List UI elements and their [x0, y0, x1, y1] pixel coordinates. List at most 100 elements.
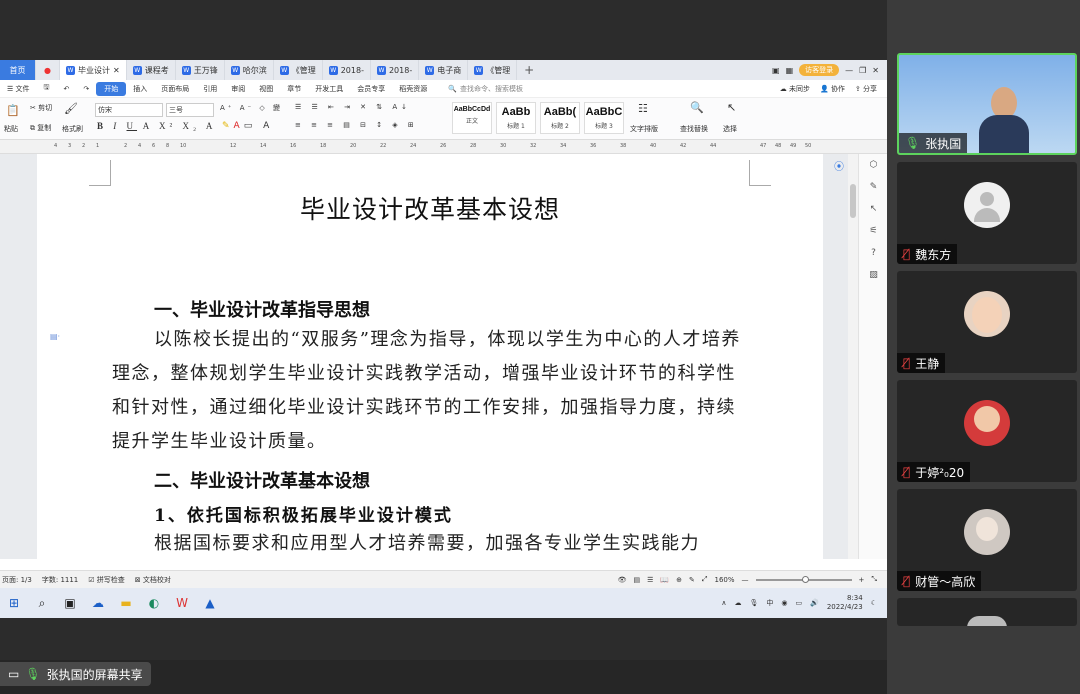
font-style-tools[interactable]: B I U A X² X₂ A — [97, 121, 216, 131]
read-view-icon[interactable]: 📖 — [660, 576, 669, 584]
paste-icon[interactable]: 📋 — [6, 104, 20, 117]
menu-review[interactable]: 审阅 — [224, 84, 252, 94]
participant-tile[interactable]: 🎙 张执国 — [897, 53, 1077, 155]
system-clock[interactable]: 8:34 2022/4/23 — [827, 594, 863, 612]
zoom-slider[interactable] — [755, 575, 852, 583]
copy-button[interactable]: ⧉ 复制 — [30, 123, 51, 133]
widgets-icon[interactable]: ☁ — [84, 589, 112, 617]
ime-icon[interactable]: 中 — [766, 598, 773, 608]
fullscreen-icon[interactable]: ⤡ — [871, 575, 877, 584]
location-pin-icon[interactable]: ⦿ — [834, 158, 844, 173]
participant-tile[interactable]: 🎙̸ 于婷²₀20 — [897, 380, 1077, 482]
paste-button[interactable]: 粘贴 — [4, 124, 18, 134]
participant-tile[interactable]: 🎙̸ 财管～高欣 — [897, 489, 1077, 591]
outline-view-icon[interactable]: ☰ — [647, 576, 653, 584]
web-view-icon[interactable]: ⊕ — [676, 576, 682, 584]
save-icon[interactable]: 🖫 — [37, 83, 57, 94]
meeting-app-icon[interactable]: ▲ — [196, 589, 224, 617]
style-heading-1[interactable]: AaBb 标题 1 — [496, 102, 536, 134]
shapes-icon[interactable]: ⬡ — [859, 154, 887, 176]
text-layout-icon[interactable]: ☷ — [638, 102, 648, 115]
format-painter-icon[interactable]: 🖌 — [64, 102, 78, 115]
task-view-icon[interactable]: ▣ — [56, 589, 84, 617]
tab-doc-5[interactable]: W 《管理 — [274, 60, 323, 80]
tab-doc-4[interactable]: W 哈尔滨 — [225, 60, 274, 80]
tray-expand-icon[interactable]: ∧ — [721, 599, 726, 607]
grid-icon[interactable]: ▦ — [786, 66, 794, 75]
wps-office-icon[interactable]: W — [168, 589, 196, 617]
tab-doc-1[interactable]: W 毕业设计 ✕ — [60, 60, 127, 80]
menu-layout[interactable]: 页面布局 — [154, 84, 196, 94]
align-tools[interactable]: ≡ ≡ ≡ ▤ ⊟ ↕ ◈ ⊞ — [295, 121, 418, 129]
style-normal[interactable]: AaBbCcDd 正文 — [452, 102, 492, 134]
zoom-out-button[interactable]: — — [742, 576, 749, 584]
adjust-icon[interactable]: ⚟ — [859, 220, 887, 242]
image-icon[interactable]: ▨ — [859, 264, 887, 286]
command-search[interactable]: 🔍 查找命令、搜索模板 — [448, 84, 523, 94]
eye-icon[interactable]: 👁 — [618, 576, 627, 584]
menu-chapter[interactable]: 章节 — [280, 84, 308, 94]
participant-tile[interactable]: 🎙̸ 魏东方 — [897, 162, 1077, 264]
find-replace-button[interactable]: 查找替换 — [680, 124, 708, 134]
cloud-icon[interactable]: ☁ — [734, 599, 741, 607]
tab-doc-2[interactable]: W 课程考 — [127, 60, 176, 80]
share-button[interactable]: ⇪ 分享 — [855, 84, 877, 94]
format-painter-button[interactable]: 格式刷 — [62, 124, 83, 134]
cursor-icon[interactable]: ↖ — [727, 101, 736, 114]
font-name-select[interactable]: 仿宋 — [95, 103, 163, 117]
collab-button[interactable]: 👤 协作 — [820, 84, 845, 94]
zoom-slider-handle[interactable] — [801, 575, 809, 583]
fit-icon[interactable]: ⤢ — [702, 575, 708, 584]
spell-check-button[interactable]: ☑ 拼写检查 — [88, 575, 125, 585]
zoom-level[interactable]: 160% — [715, 576, 735, 584]
cut-button[interactable]: ✂ 剪切 — [30, 103, 52, 113]
find-icon[interactable]: 🔍 — [690, 101, 704, 114]
menu-view[interactable]: 视图 — [252, 84, 280, 94]
font-size-tools[interactable]: A⁺ A⁻ ◇ 變 — [220, 103, 283, 113]
pen-icon[interactable]: ✎ — [859, 176, 887, 198]
tab-home[interactable]: 首页 — [0, 60, 36, 80]
style-heading-2[interactable]: AaBb(标题 2 — [540, 102, 580, 134]
color-tools[interactable]: ✎A▭ A — [222, 121, 273, 131]
search-icon[interactable]: ⌕ — [28, 589, 56, 617]
redo-icon[interactable]: ↷ — [76, 85, 96, 93]
edit-icon[interactable]: ✎ — [689, 576, 695, 584]
zoom-in-button[interactable]: + — [859, 576, 865, 584]
new-tab-button[interactable]: + — [517, 63, 541, 77]
paragraph-handle-icon[interactable]: ▤· — [50, 332, 60, 341]
display-icon[interactable]: ▭ — [795, 599, 802, 607]
sync-button[interactable]: ☁ 未同步 — [780, 84, 810, 94]
select-button[interactable]: 选择 — [723, 124, 737, 134]
tab-doc-3[interactable]: W 王万锋 — [176, 60, 225, 80]
file-explorer-icon[interactable]: ▬ — [112, 589, 140, 617]
tab-doc-8[interactable]: W 电子商 — [419, 60, 469, 80]
font-size-select[interactable]: 三号 — [166, 103, 214, 117]
close-window-icon[interactable]: ✕ — [872, 66, 879, 75]
help-icon[interactable]: ? — [859, 242, 887, 264]
style-heading-3[interactable]: AaBbC 标题 3 — [584, 102, 624, 134]
login-button[interactable]: 访客登录 — [799, 64, 840, 76]
menu-templates[interactable]: 稻壳资源 — [392, 84, 434, 94]
menu-start[interactable]: 开始 — [96, 81, 127, 96]
document-page[interactable]: 毕业设计改革基本设想 一、毕业设计改革指导思想 以陈校长提出的“双服务”理念为指… — [37, 154, 823, 559]
minimize-icon[interactable]: — — [845, 66, 853, 75]
list-tools[interactable]: ☰ ☰ ⇤ ⇥ ✕ ⇅ A↓ — [295, 103, 411, 111]
notification-icon[interactable]: ☾ — [871, 599, 877, 607]
windows-start-icon[interactable]: ⊞ — [0, 589, 28, 617]
participant-tile-partial[interactable] — [897, 598, 1077, 626]
vertical-scrollbar[interactable] — [848, 154, 858, 559]
tab-doc-9[interactable]: W 《管理 — [468, 60, 518, 80]
menu-vip[interactable]: 会员专享 — [350, 84, 392, 94]
volume-icon[interactable]: 🔊 — [810, 599, 819, 607]
menu-file[interactable]: ☰ 文件 — [0, 84, 37, 94]
participant-tile[interactable]: 🎙̸ 王静 — [897, 271, 1077, 373]
menu-insert[interactable]: 插入 — [126, 84, 154, 94]
app-tray-icon[interactable]: ◉ — [781, 599, 787, 607]
undo-icon[interactable]: ↶ — [56, 85, 76, 93]
proofread-button[interactable]: ⊠ 文档校对 — [135, 575, 171, 585]
text-layout-button[interactable]: 文字排版 — [630, 124, 658, 134]
cursor-icon[interactable]: ↖ — [859, 198, 887, 220]
menu-developer[interactable]: 开发工具 — [308, 84, 350, 94]
tab-doc-7[interactable]: W 2018- — [371, 60, 420, 80]
mic-tray-icon[interactable]: 🎙 — [749, 599, 758, 607]
